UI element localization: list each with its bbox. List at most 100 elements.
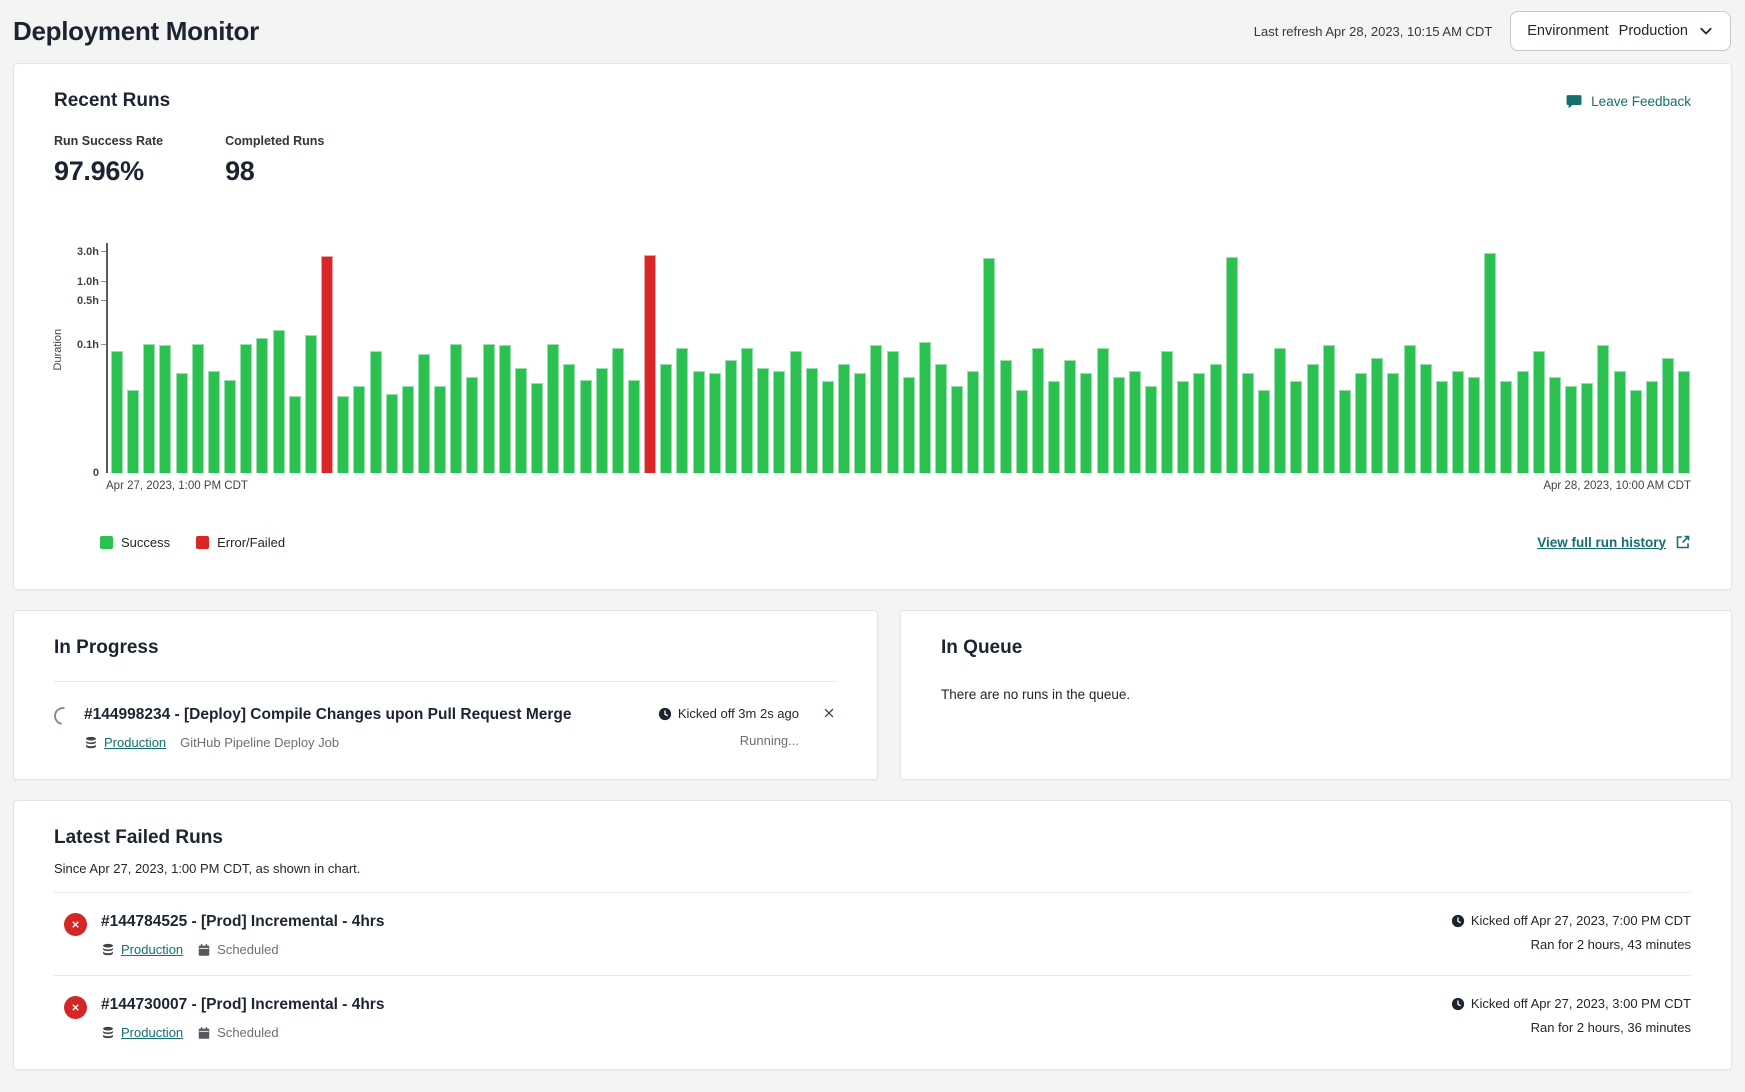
run-bar-success[interactable]: [224, 380, 236, 473]
run-bar-success[interactable]: [983, 258, 995, 473]
run-bar-success[interactable]: [547, 344, 559, 473]
run-bar-success[interactable]: [176, 373, 188, 473]
environment-dropdown[interactable]: Environment Production: [1510, 11, 1731, 51]
run-bar-success[interactable]: [709, 373, 721, 473]
run-bar-success[interactable]: [1662, 358, 1674, 473]
run-bar-success[interactable]: [951, 386, 963, 473]
run-bar-success[interactable]: [693, 371, 705, 473]
run-bar-success[interactable]: [386, 394, 398, 473]
run-bar-success[interactable]: [531, 383, 543, 473]
run-bar-success[interactable]: [1517, 371, 1529, 473]
leave-feedback-link[interactable]: Leave Feedback: [1565, 92, 1691, 110]
close-icon[interactable]: [821, 706, 837, 722]
run-bar-success[interactable]: [1436, 381, 1448, 473]
run-bar-success[interactable]: [596, 368, 608, 473]
run-bar-success[interactable]: [725, 360, 737, 473]
run-bar-success[interactable]: [1468, 377, 1480, 473]
run-bar-success[interactable]: [773, 371, 785, 473]
run-bar-success[interactable]: [1177, 381, 1189, 473]
run-bar-success[interactable]: [1242, 373, 1254, 473]
environment-link[interactable]: Production: [121, 1025, 183, 1040]
environment-link[interactable]: Production: [104, 735, 166, 750]
run-bar-success[interactable]: [1307, 364, 1319, 473]
run-bar-success[interactable]: [563, 364, 575, 473]
run-bar-success[interactable]: [1646, 381, 1658, 473]
run-bar-success[interactable]: [887, 351, 899, 473]
run-bar-success[interactable]: [305, 335, 317, 473]
run-bar-success[interactable]: [1565, 386, 1577, 473]
run-bar-success[interactable]: [1226, 257, 1238, 473]
run-bar-success[interactable]: [1048, 381, 1060, 473]
run-bar-success[interactable]: [838, 364, 850, 473]
run-bar-success[interactable]: [1533, 351, 1545, 473]
run-bar-success[interactable]: [1630, 390, 1642, 473]
run-bar-failed[interactable]: [321, 256, 333, 473]
run-bar-success[interactable]: [1597, 345, 1609, 473]
run-bar-success[interactable]: [208, 371, 220, 473]
run-bar-success[interactable]: [660, 364, 672, 473]
run-bar-success[interactable]: [854, 373, 866, 473]
run-bar-success[interactable]: [143, 344, 155, 473]
run-bar-failed[interactable]: [644, 255, 656, 473]
run-bar-success[interactable]: [370, 351, 382, 473]
run-bar-success[interactable]: [757, 368, 769, 473]
run-bar-success[interactable]: [1614, 371, 1626, 473]
run-bar-success[interactable]: [1080, 373, 1092, 473]
run-bar-success[interactable]: [1581, 383, 1593, 473]
run-bar-success[interactable]: [418, 354, 430, 473]
run-bar-success[interactable]: [676, 348, 688, 473]
run-bar-success[interactable]: [1500, 381, 1512, 473]
run-bar-success[interactable]: [1016, 390, 1028, 473]
run-bar-success[interactable]: [402, 386, 414, 473]
run-bar-success[interactable]: [1274, 348, 1286, 473]
run-bar-success[interactable]: [628, 380, 640, 473]
run-bar-success[interactable]: [790, 351, 802, 473]
run-bar-success[interactable]: [337, 396, 349, 473]
run-bar-success[interactable]: [1113, 377, 1125, 473]
run-bar-success[interactable]: [1484, 253, 1496, 473]
run-bar-success[interactable]: [967, 371, 979, 473]
run-bar-success[interactable]: [1339, 390, 1351, 473]
view-full-run-history-link[interactable]: View full run history: [1537, 534, 1691, 550]
run-bar-success[interactable]: [515, 368, 527, 473]
run-bar-success[interactable]: [612, 348, 624, 473]
run-bar-success[interactable]: [499, 345, 511, 473]
run-bar-success[interactable]: [159, 345, 171, 473]
run-bar-success[interactable]: [240, 344, 252, 473]
run-bar-success[interactable]: [434, 386, 446, 473]
run-bar-success[interactable]: [192, 344, 204, 473]
run-bar-success[interactable]: [1064, 360, 1076, 473]
run-bar-success[interactable]: [111, 351, 123, 473]
run-bar-success[interactable]: [1210, 364, 1222, 473]
run-bar-success[interactable]: [1290, 381, 1302, 473]
run-bar-success[interactable]: [806, 368, 818, 473]
run-bar-success[interactable]: [1193, 373, 1205, 473]
run-bar-success[interactable]: [870, 345, 882, 473]
run-bar-success[interactable]: [353, 386, 365, 473]
run-bar-success[interactable]: [1355, 373, 1367, 473]
run-bar-success[interactable]: [919, 342, 931, 473]
run-bar-success[interactable]: [1323, 345, 1335, 473]
run-bar-success[interactable]: [903, 377, 915, 473]
run-bar-success[interactable]: [822, 381, 834, 473]
run-bar-success[interactable]: [741, 348, 753, 473]
run-bar-success[interactable]: [1404, 345, 1416, 473]
run-bar-success[interactable]: [1161, 351, 1173, 473]
run-bar-success[interactable]: [1129, 371, 1141, 473]
run-bar-success[interactable]: [1032, 348, 1044, 473]
run-bar-success[interactable]: [483, 344, 495, 473]
run-bar-success[interactable]: [1258, 390, 1270, 473]
run-bar-success[interactable]: [1371, 358, 1383, 473]
run-bar-success[interactable]: [289, 396, 301, 473]
run-bar-success[interactable]: [127, 390, 139, 473]
run-bar-success[interactable]: [273, 330, 285, 473]
run-bar-success[interactable]: [1097, 348, 1109, 473]
run-bar-success[interactable]: [1678, 371, 1690, 473]
run-bar-success[interactable]: [466, 377, 478, 473]
run-bar-success[interactable]: [450, 344, 462, 473]
run-bar-success[interactable]: [1420, 364, 1432, 473]
run-bar-success[interactable]: [1387, 373, 1399, 473]
run-bar-success[interactable]: [1549, 377, 1561, 473]
run-bar-success[interactable]: [580, 380, 592, 473]
run-bar-success[interactable]: [256, 338, 268, 473]
